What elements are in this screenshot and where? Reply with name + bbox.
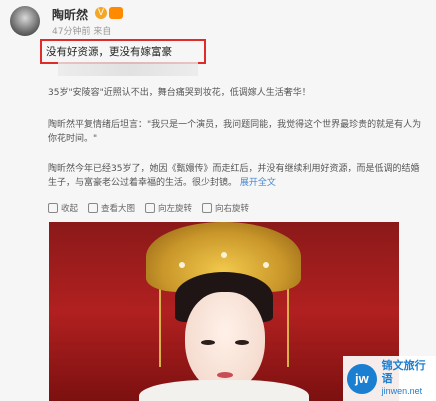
rotate-right-label: 向右旋转 <box>215 204 250 214</box>
highlighted-headline: 没有好资源，更没有嫁富豪 <box>40 39 206 64</box>
collapse-button[interactable]: 收起 <box>48 202 78 214</box>
eye-right <box>235 340 249 345</box>
costume-collar <box>139 380 309 401</box>
blurred-region <box>58 62 198 76</box>
expand-full-text-link[interactable]: 展开全文 <box>240 178 276 188</box>
pearl <box>263 262 269 268</box>
site-watermark: jw 锦文旅行语 jinwen.net <box>343 356 436 401</box>
post-time: 47分钟前 来自 <box>52 27 112 37</box>
zoom-icon <box>88 203 99 213</box>
weibo-post-card: 陶昕然 V 47分钟前 来自 没有好资源，更没有嫁富豪 35岁"安陵容"近照认不… <box>0 0 436 401</box>
view-large-image-button[interactable]: 查看大图 <box>88 202 135 214</box>
collapse-icon <box>48 203 58 213</box>
image-toolbar: 收起 查看大图 向左旋转 向右旋转 <box>48 201 378 215</box>
rotate-left-icon <box>145 203 156 213</box>
collapse-label: 收起 <box>61 204 79 214</box>
watermark-logo-icon: jw <box>347 363 377 394</box>
watermark-name: 锦文旅行语 <box>381 359 426 385</box>
verified-icon: V <box>95 7 107 19</box>
avatar[interactable] <box>10 6 40 36</box>
username[interactable]: 陶昕然 <box>52 6 88 23</box>
post-paragraph-3: 陶昕然今年已经35岁了，她因《甄嬛传》而走红后，并没有继续利用好资源，而是低调的… <box>48 162 422 190</box>
post-paragraph-2: 陶昕然平复情绪后坦言："我只是一个演员，我问题同能，我觉得这个世界最珍贵的就是有… <box>48 120 422 144</box>
tassel-right <box>287 277 289 367</box>
tassel-left <box>159 277 161 367</box>
eye-left <box>201 340 215 345</box>
rotate-right-icon <box>202 203 213 213</box>
lips <box>217 372 233 378</box>
rotate-left-label: 向左旋转 <box>158 204 193 214</box>
paragraph-3-text: 陶昕然今年已经35岁了，她因《甄嬛传》而走红后，并没有继续利用好资源，而是低调的… <box>48 164 420 188</box>
watermark-text: 锦文旅行语 jinwen.net <box>382 359 436 398</box>
rotate-right-button[interactable]: 向右旋转 <box>202 202 249 214</box>
rotate-left-button[interactable]: 向左旋转 <box>145 202 192 214</box>
post-paragraph-1: 35岁"安陵容"近照认不出，舞台痛哭到妆花，低调嫁人生活奢华！ <box>48 88 311 98</box>
headline-text: 没有好资源，更没有嫁富豪 <box>46 46 172 58</box>
pearl <box>221 252 227 258</box>
vip-badge-icon <box>109 7 123 19</box>
watermark-url: jinwen.net <box>381 386 423 396</box>
view-large-label: 查看大图 <box>101 204 136 214</box>
pearl <box>179 262 185 268</box>
